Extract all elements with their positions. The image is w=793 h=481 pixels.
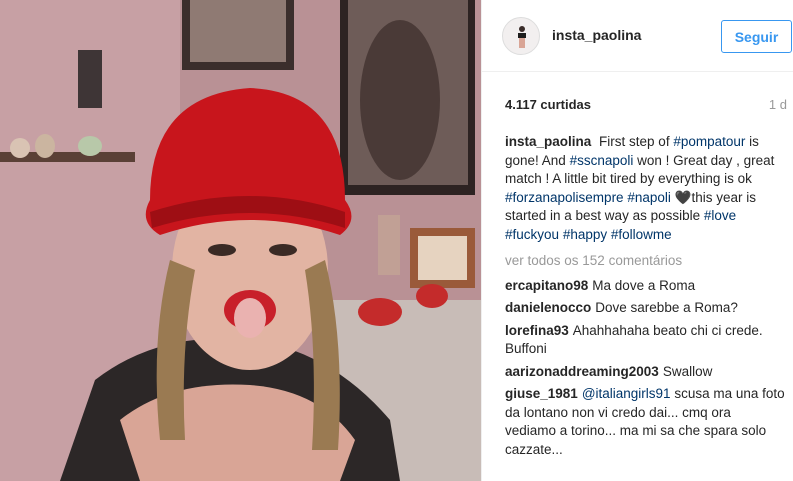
post-sidebar: insta_paolina Seguir 4.117 curtidas 1 d … [481,0,793,481]
hashtag-link[interactable]: #love [704,208,736,223]
selfie-image [0,0,481,481]
comment-text: Swallow [662,363,713,379]
comment-item: danielenocco Dove sarebbe a Roma? [505,299,785,318]
comment-item: aarizonaddreaming2003 Swallow [505,363,785,382]
profile-figure-icon [518,26,526,48]
header-username[interactable]: insta_paolina [552,27,641,43]
hashtag-link[interactable]: #pompatour [673,134,745,149]
comment-text: First step of [599,134,674,149]
comment-text: Ma dove a Roma [592,277,696,293]
follow-button[interactable]: Seguir [721,20,792,53]
avatar[interactable] [502,17,540,55]
comment-username[interactable]: lorefina93 [505,323,569,338]
comments-section: insta_paolina First step of #pompatour i… [505,133,785,463]
comment-username[interactable]: ercapitano98 [505,278,588,293]
post-photo[interactable] [0,0,481,481]
comment-username[interactable]: danielenocco [505,300,591,315]
comment-item: lorefina93 Ahahhahaha beato chi ci crede.… [505,322,785,359]
post-header: insta_paolina Seguir [482,0,793,72]
hashtag-link[interactable]: #napoli [627,190,671,205]
hashtag-link[interactable]: #forzanapolisempre [505,190,624,205]
likes-count[interactable]: 4.117 curtidas [505,97,591,112]
hashtag-link[interactable]: @italiangirls91 [582,386,671,401]
hashtag-link[interactable]: #happy [563,227,607,242]
comment-item: giuse_1981 @italiangirls91 scusa ma una f… [505,385,785,459]
caption: insta_paolina First step of #pompatour i… [505,133,785,244]
comment-text: Dove sarebbe a Roma? [595,300,738,315]
comment-username[interactable]: aarizonaddreaming2003 [505,364,659,379]
post-timestamp[interactable]: 1 d [769,97,787,112]
view-all-comments-link[interactable]: ver todos os 152 comentários [505,252,785,271]
comment-list: ercapitano98 Ma dove a Roma danielenocco Do… [505,277,785,460]
hashtag-link[interactable]: #fuckyou [505,227,559,242]
hashtag-link[interactable]: #sscnapoli [570,153,634,168]
hashtag-link[interactable]: #followme [611,227,672,242]
comment-item: ercapitano98 Ma dove a Roma [505,277,785,296]
comment-username[interactable]: giuse_1981 [505,386,578,401]
caption-username[interactable]: insta_paolina [505,134,591,149]
